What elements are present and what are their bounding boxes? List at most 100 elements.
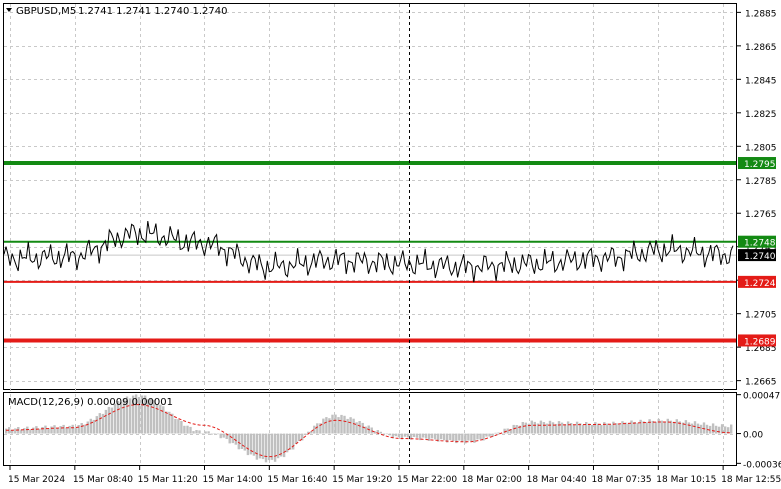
macd-bar (53, 425, 56, 434)
macd-bar (98, 413, 101, 434)
macd-bar (479, 433, 482, 440)
macd-label: MACD(12,26,9) 0.00009 0.00001 (8, 397, 173, 408)
time-axis: 15 Mar 2024 15 Mar 08:40 15 Mar 11:20 15 Ma… (8, 466, 781, 485)
level-tag-label: 1.2740 (744, 252, 776, 262)
macd-bar (515, 425, 518, 434)
macd-axis: 0.00047 0.00 -0.00036 (737, 392, 781, 470)
ohlc-values: 1.2741 1.2741 1.2740 1.2740 (78, 6, 228, 17)
macd-bar (603, 422, 606, 434)
macd-bar (606, 423, 609, 434)
macd-bar (204, 431, 207, 434)
macd-bar (174, 418, 177, 434)
macd-bar (476, 433, 479, 440)
macd-bar (443, 433, 446, 441)
macd-bar (279, 433, 283, 457)
macd-bar (47, 428, 50, 434)
symbol-label: GBPUSD,M5 (16, 6, 76, 17)
macd-bar (189, 426, 192, 434)
macd-bar (690, 423, 694, 434)
macd-bar (627, 423, 630, 434)
macd-bar (92, 419, 95, 434)
time-label: 18 Mar 04:40 (527, 475, 587, 485)
macd-bar (207, 431, 210, 434)
macd-bar (343, 415, 346, 434)
macd-bar (449, 433, 452, 440)
time-label: 15 Mar 14:00 (202, 475, 262, 485)
level-tag-label: 1.2795 (744, 160, 776, 170)
macd-bar (672, 421, 675, 434)
price-axis: 1.2885 1.2865 1.2845 1.2825 1.2805 1.2785 1.27… (737, 9, 777, 388)
time-label: 15 Mar 22:00 (397, 475, 457, 485)
macd-bar (684, 420, 688, 434)
macd-bar (228, 433, 231, 444)
macd-bar (657, 418, 660, 434)
macd-bar (696, 423, 700, 434)
macd-bar (524, 422, 527, 434)
macd-bar (415, 433, 419, 438)
macd-bar (159, 404, 162, 434)
macd-bar (210, 433, 213, 435)
macd-bar (331, 414, 334, 434)
macd-bar (539, 420, 543, 434)
price-tick-label: 1.2845 (745, 76, 777, 86)
macd-bar (730, 424, 733, 434)
macd-bar (693, 421, 697, 434)
macd-bar (273, 433, 277, 462)
macd-bar (609, 424, 612, 434)
macd-bar (62, 424, 65, 434)
macd-bar (560, 422, 564, 434)
macd-bar (171, 413, 174, 434)
macd-bar (542, 422, 546, 434)
macd-bar (370, 427, 373, 434)
macd-bar (83, 424, 86, 434)
macd-bar (65, 427, 68, 434)
macd-bar (270, 433, 274, 460)
macd-bar (503, 428, 506, 434)
macd-bar (675, 419, 678, 434)
macd-bar (566, 421, 570, 434)
macd-bar (699, 424, 703, 434)
macd-bar (711, 423, 715, 434)
macd-bar (240, 433, 243, 449)
macd-bar (41, 427, 44, 434)
macd-bar (267, 433, 271, 461)
macd-bar (219, 433, 222, 439)
macd-bar (473, 433, 476, 443)
time-label: 15 Mar 19:20 (332, 475, 392, 485)
macd-bar (32, 427, 35, 434)
macd-bar (165, 411, 168, 434)
macd-bar (397, 433, 401, 438)
macd-bar (563, 424, 567, 434)
macd-bar (68, 425, 71, 434)
macd-bar (322, 418, 325, 434)
price-tick-label: 1.2865 (745, 43, 777, 53)
macd-bar (243, 433, 246, 451)
macd-bar (177, 419, 180, 434)
macd-bar (29, 429, 32, 434)
macd-bar (298, 433, 301, 441)
macd-bar (95, 416, 98, 434)
macd-bar (334, 414, 337, 434)
macd-bar (86, 421, 89, 434)
macd-bar (213, 433, 216, 434)
macd-bar (195, 430, 198, 434)
macd-bar (186, 425, 189, 434)
macd-bar (89, 418, 92, 434)
price-pane[interactable] (3, 3, 737, 390)
macd-bar (201, 433, 204, 434)
macd-bar (310, 431, 313, 434)
price-tick-label: 1.2765 (745, 210, 777, 220)
macd-bar (110, 407, 114, 434)
macd-bar (361, 422, 364, 434)
macd-bar (440, 433, 443, 440)
time-label: 18 Mar 02:00 (462, 475, 522, 485)
macd-bar (582, 424, 585, 434)
macd-bar (198, 430, 201, 434)
macd-bar (548, 420, 552, 434)
time-label: 18 Mar 07:35 (591, 475, 651, 485)
macd-bar (666, 418, 669, 434)
macd-bar (461, 433, 464, 442)
macd-bar (282, 433, 286, 458)
macd-bar (452, 433, 455, 441)
macd-bar (352, 418, 355, 434)
